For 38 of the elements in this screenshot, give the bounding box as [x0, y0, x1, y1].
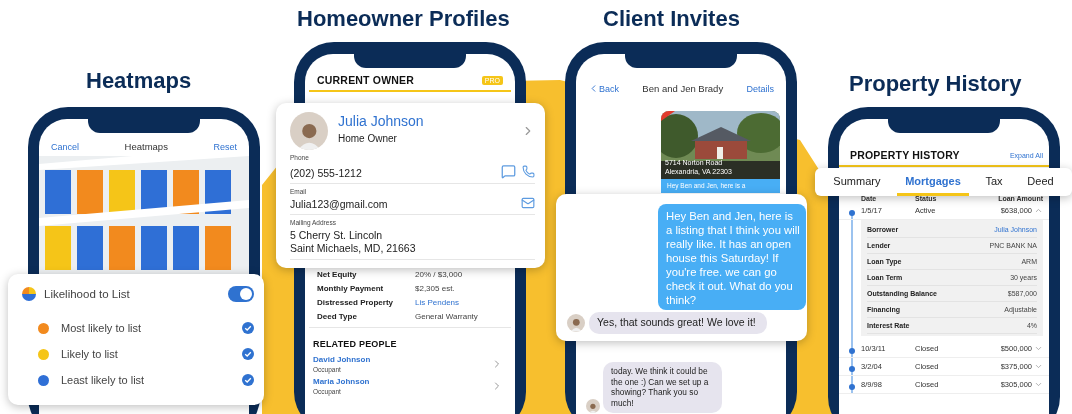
owner-name[interactable]: Julia Johnson [338, 112, 511, 129]
detail-label: Distressed Property [317, 298, 395, 307]
section-heading: Heatmaps [86, 68, 192, 94]
detail-value: 20% / $3,000 [415, 270, 464, 279]
screen-title: Heatmaps [124, 141, 168, 152]
tab[interactable]: Summary [825, 168, 889, 196]
layer-title: Likelihood to List [44, 288, 131, 300]
section-title: CURRENT OWNER [317, 74, 415, 86]
message-bubble: today. We think it could be the one :) Can we set up a showing? Thank you so much! [603, 361, 722, 413]
phone-number: (202) 555-1212 [290, 167, 362, 179]
related-title: RELATED PEOPLE [313, 339, 397, 349]
address-line: Saint Michaels, MD, 21663 [290, 242, 416, 255]
tab[interactable]: Tax [977, 168, 1011, 196]
details-link[interactable]: Details [746, 83, 774, 94]
section-title: PROPERTY HISTORY [850, 149, 960, 161]
detail-label: Net Equity [317, 270, 358, 279]
section-heading: Client Invites [603, 6, 740, 32]
detail-value: General Warranty [415, 312, 479, 321]
detail-label: Deed Type [317, 312, 358, 321]
message-bubble: Yes, that sounds great! We love it! [589, 312, 767, 334]
cancel-link[interactable]: Cancel [51, 141, 79, 152]
detail-label: Monthly Payment [317, 284, 385, 293]
owner-role: Home Owner [338, 132, 398, 144]
message-bubble: Hey Ben and Jen, here is a listing that I think you will really like. It has an open house this Saturday! If you're free. we can go check it out. What do you think? [658, 204, 806, 310]
tab[interactable]: Deed [1019, 168, 1062, 196]
back-link[interactable]: Back [588, 83, 619, 94]
section-heading: Property History [849, 71, 1022, 97]
detail-link[interactable]: Lis Pendens [415, 298, 503, 307]
legend-label: Least likely to list [61, 374, 146, 386]
reset-link[interactable]: Reset [213, 141, 237, 152]
address-line: 5 Cherry St. Lincoln [290, 229, 384, 242]
tab[interactable]: Mortgages [897, 168, 969, 196]
email-address: Julia123@gmail.com [290, 198, 388, 210]
detail-value: $2,305 est. [415, 284, 456, 293]
legend-label: Most likely to list [61, 322, 143, 334]
screen-title: Ben and Jen Brady [642, 83, 724, 94]
section-heading: Homeowner Profiles [297, 6, 510, 32]
legend-label: Likely to list [61, 348, 119, 360]
